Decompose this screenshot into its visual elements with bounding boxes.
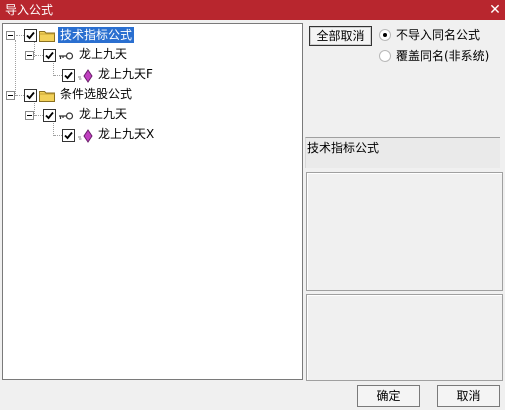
deselect-all-button[interactable]: 全部取消 (309, 26, 372, 46)
formula-detail-panel[interactable] (306, 294, 503, 381)
node-checkbox[interactable] (62, 129, 75, 142)
radio-button[interactable] (379, 29, 391, 41)
tree-line (34, 100, 35, 116)
option-overwrite-duplicates[interactable]: 覆盖同名(非系统) (379, 48, 501, 64)
folder-icon (39, 29, 55, 42)
category-info-label: 技术指标公式 (307, 141, 380, 155)
title-bar[interactable]: 导入公式 ✕ (0, 0, 505, 20)
formula-gem-icon (77, 69, 93, 83)
node-label: 技术指标公式 (58, 27, 135, 43)
tree-line (16, 35, 24, 36)
tree-line (53, 121, 54, 136)
collapse-toggle[interactable] (6, 31, 15, 40)
tree-line (53, 61, 54, 76)
close-icon[interactable]: ✕ (487, 2, 503, 18)
node-checkbox[interactable] (43, 109, 56, 122)
collapse-toggle[interactable] (25, 111, 34, 120)
node-checkbox[interactable] (62, 69, 75, 82)
node-label: 条件选股公式 (60, 87, 133, 101)
node-label: 龙上九天 (79, 47, 128, 61)
formula-tree[interactable]: 技术指标公式 龙上九天 龙上九天F 条件选股公式 龙上九天 龙上九天X (2, 23, 303, 380)
cancel-button[interactable]: 取消 (437, 385, 500, 407)
formula-gem-icon (77, 129, 93, 143)
collapse-toggle[interactable] (6, 91, 15, 100)
option-label: 不导入同名公式 (396, 28, 481, 42)
tree-line (35, 115, 43, 116)
folder-icon (39, 89, 55, 102)
node-checkbox[interactable] (24, 89, 37, 102)
radio-button[interactable] (379, 50, 391, 62)
key-icon (58, 50, 74, 62)
collapse-toggle[interactable] (25, 51, 34, 60)
node-checkbox[interactable] (24, 29, 37, 42)
window-title: 导入公式 (5, 3, 54, 17)
tree-line (35, 55, 43, 56)
option-label: 覆盖同名(非系统) (396, 49, 490, 63)
node-label: 龙上九天X (98, 127, 155, 141)
category-info-box: 技术指标公式 (305, 137, 500, 168)
node-label: 龙上九天F (98, 67, 153, 81)
node-label: 龙上九天 (79, 107, 128, 121)
node-checkbox[interactable] (43, 49, 56, 62)
option-skip-duplicates[interactable]: 不导入同名公式 (379, 27, 499, 43)
key-icon (58, 110, 74, 122)
tree-line (16, 95, 24, 96)
formula-description-panel[interactable] (306, 172, 503, 291)
tree-line (15, 40, 16, 96)
ok-button[interactable]: 确定 (357, 385, 420, 407)
